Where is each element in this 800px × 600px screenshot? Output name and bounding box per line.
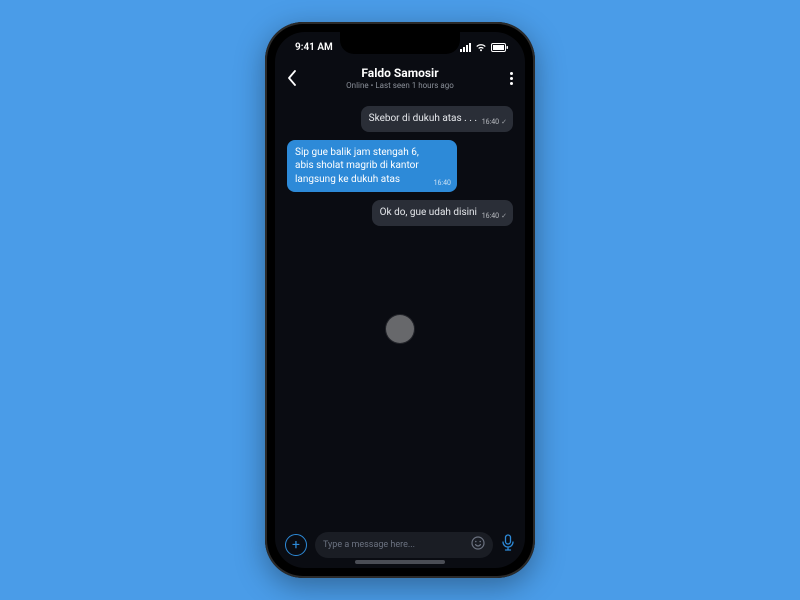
message-row: Sip gue balik jam stengah 6, abis sholat…	[287, 140, 513, 193]
read-check-icon: ✓	[501, 118, 507, 127]
message-input-placeholder: Type a message here...	[323, 540, 471, 550]
screen: 9:41 AM Faldo Samosir Online • Last seen…	[275, 32, 525, 568]
message-input[interactable]: Type a message here...	[315, 532, 493, 558]
message-bubble-outgoing[interactable]: Sip gue balik jam stengah 6, abis sholat…	[287, 140, 457, 193]
message-row: Ok do, gue udah disini 16:40✓	[287, 200, 513, 226]
home-indicator[interactable]	[355, 560, 445, 564]
message-list[interactable]: Skebor di dukuh atas . . . 16:40✓ Sip gu…	[275, 100, 525, 524]
contact-name: Faldo Samosir	[311, 66, 489, 80]
attach-button[interactable]: +	[285, 534, 307, 556]
smiley-icon	[471, 536, 485, 550]
voice-button[interactable]	[501, 534, 515, 556]
header-title-block[interactable]: Faldo Samosir Online • Last seen 1 hours…	[311, 66, 489, 90]
signal-icon	[460, 43, 471, 52]
status-indicators	[460, 43, 509, 52]
read-check-icon: ✓	[501, 212, 507, 221]
message-bubble-incoming[interactable]: Ok do, gue udah disini 16:40✓	[372, 200, 513, 226]
message-time: 16:40✓	[482, 212, 507, 221]
microphone-icon	[501, 534, 515, 552]
chat-header: Faldo Samosir Online • Last seen 1 hours…	[275, 62, 525, 100]
message-time: 16:40	[434, 179, 451, 188]
touch-indicator	[386, 315, 414, 343]
plus-icon: +	[292, 538, 300, 552]
message-time: 16:40✓	[482, 118, 507, 127]
message-bubble-incoming[interactable]: Skebor di dukuh atas . . . 16:40✓	[361, 106, 513, 132]
phone-frame: 9:41 AM Faldo Samosir Online • Last seen…	[265, 22, 535, 578]
status-time: 9:41 AM	[295, 42, 333, 53]
more-options-button[interactable]	[489, 72, 513, 85]
more-vertical-icon	[510, 72, 513, 85]
battery-icon	[491, 43, 509, 52]
back-button[interactable]	[287, 70, 311, 86]
wifi-icon	[475, 43, 487, 52]
notch	[340, 32, 460, 54]
contact-status: Online • Last seen 1 hours ago	[311, 81, 489, 90]
message-text: Sip gue balik jam stengah 6, abis sholat…	[295, 146, 449, 187]
message-row: Skebor di dukuh atas . . . 16:40✓	[287, 106, 513, 132]
emoji-button[interactable]	[471, 536, 485, 554]
